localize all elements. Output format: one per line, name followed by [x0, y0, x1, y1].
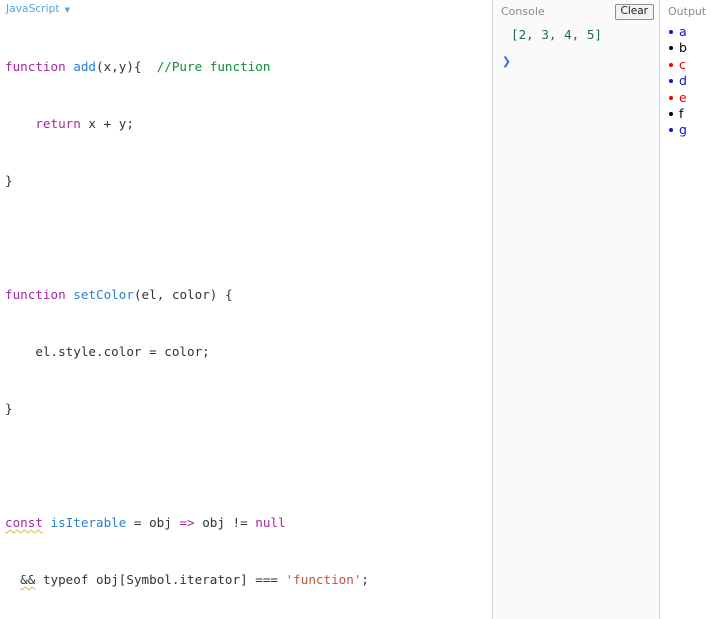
- list-item: a: [669, 24, 711, 40]
- token-punct: }: [5, 401, 13, 416]
- bullet-icon: [669, 95, 673, 100]
- list-item-label: g: [679, 122, 687, 138]
- token-expr: x + y;: [80, 116, 134, 131]
- token-keyword: function: [5, 287, 66, 302]
- console-title: Console: [501, 5, 545, 18]
- token-punct: ) {: [209, 287, 233, 302]
- code-line: el.style.color = color;: [5, 342, 492, 361]
- token-keyword: return: [35, 116, 81, 131]
- list-item: e: [669, 89, 711, 106]
- clear-console-button[interactable]: Clear: [614, 3, 654, 20]
- console-header: Console Clear: [493, 0, 659, 20]
- console-prompt-icon[interactable]: ❯: [493, 53, 659, 69]
- code-line: function add(x,y){ //Pure function: [5, 57, 492, 76]
- code-playground-window: JavaScript ▼ function add(x,y){ //Pure f…: [0, 0, 711, 619]
- console-body: [2, 3, 4, 5] ❯: [493, 20, 659, 69]
- list-item: f: [669, 105, 711, 122]
- token-arrow: =>: [171, 515, 203, 530]
- bullet-icon: [669, 128, 673, 133]
- token-operator: &&: [20, 572, 36, 587]
- token-expr: obj !=: [202, 515, 256, 530]
- list-item: d: [669, 73, 711, 89]
- bullet-icon: [669, 62, 673, 67]
- token-keyword: const: [5, 515, 43, 530]
- token-string: 'function': [285, 572, 362, 587]
- token-punct: =: [126, 515, 150, 530]
- token-expr: el.style.color = color;: [35, 344, 210, 359]
- list-item-label: e: [679, 89, 687, 105]
- token-keyword: function: [5, 59, 66, 74]
- token-punct: (x,y){: [96, 59, 142, 74]
- bullet-icon: [669, 46, 673, 51]
- list-item: c: [669, 56, 711, 73]
- list-item-label: a: [679, 24, 687, 39]
- output-title: Output: [668, 5, 707, 18]
- token-punct: ;: [361, 572, 370, 587]
- list-item-label: f: [679, 105, 684, 121]
- list-item-label: c: [679, 56, 686, 72]
- token-keyword: null: [255, 515, 286, 530]
- output-header: Output: [660, 0, 711, 20]
- code-line: const isIterable = obj => obj != null: [5, 513, 492, 532]
- code-line: function setColor(el, color) {: [5, 285, 492, 304]
- list-item: b: [669, 40, 711, 56]
- code-editor-pane[interactable]: JavaScript ▼ function add(x,y){ //Pure f…: [0, 0, 492, 619]
- bullet-icon: [669, 111, 673, 116]
- language-selector[interactable]: JavaScript ▼: [0, 0, 492, 16]
- token-function-name: setColor: [73, 287, 134, 302]
- console-pane: Console Clear [2, 3, 4, 5] ❯: [493, 0, 659, 619]
- token-param: el, color: [141, 287, 210, 302]
- output-letter-list: abcdefg: [660, 24, 711, 139]
- chevron-down-icon[interactable]: ▼: [65, 6, 70, 14]
- code-line: }: [5, 399, 492, 418]
- console-output-line: [2, 3, 4, 5]: [511, 27, 602, 42]
- code-line: return x + y;: [5, 114, 492, 133]
- language-label: JavaScript: [6, 3, 60, 15]
- code-text-area[interactable]: function add(x,y){ //Pure function retur…: [0, 16, 492, 619]
- token-function-name: add: [73, 59, 97, 74]
- token-expr: obj[Symbol.iterator] ===: [96, 572, 286, 587]
- list-item-label: d: [679, 73, 687, 89]
- token-comment: //Pure function: [156, 59, 271, 74]
- token-variable: isIterable: [50, 515, 127, 530]
- list-item: g: [669, 122, 711, 138]
- code-line: && typeof obj[Symbol.iterator] === 'func…: [5, 570, 492, 589]
- token-param: obj: [149, 515, 172, 530]
- code-line: }: [5, 171, 492, 190]
- token-punct: }: [5, 173, 13, 188]
- output-pane: Output abcdefg: [660, 0, 711, 619]
- list-item-label: b: [679, 40, 687, 56]
- bullet-icon: [669, 30, 673, 34]
- token-punct: (: [133, 287, 142, 302]
- token-keyword: typeof: [42, 572, 89, 587]
- bullet-icon: [669, 79, 673, 84]
